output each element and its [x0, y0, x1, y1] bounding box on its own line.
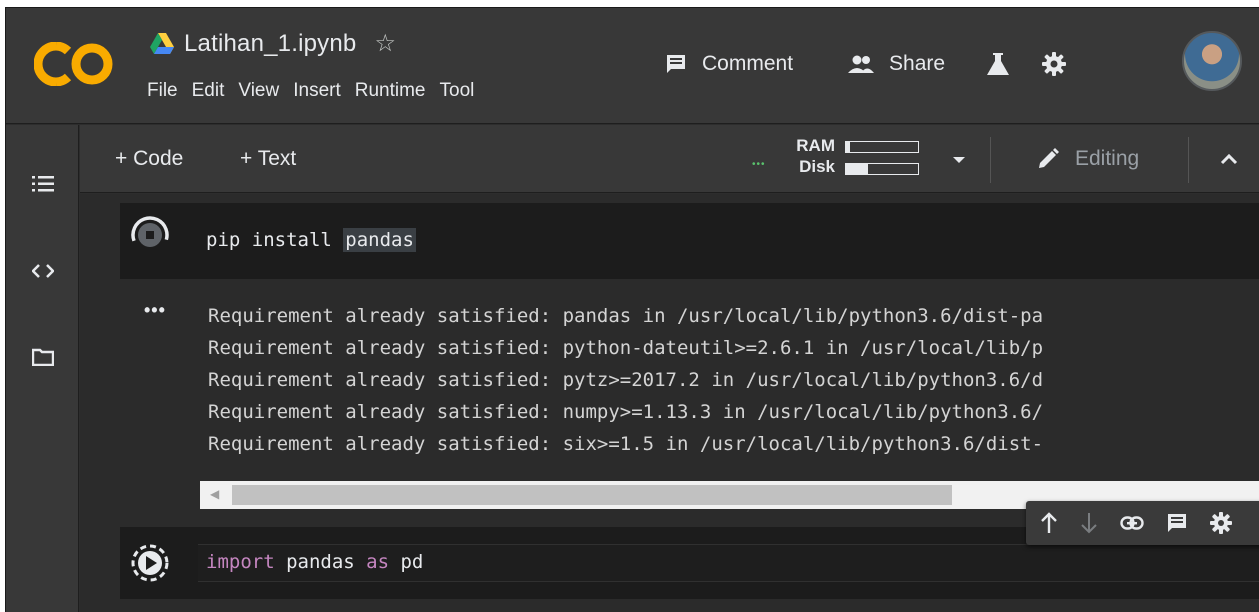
editing-mode-label[interactable]: Editing — [1075, 147, 1139, 171]
comment-icon[interactable] — [1166, 512, 1188, 534]
link-icon[interactable] — [1120, 516, 1144, 530]
move-up-icon[interactable] — [1040, 512, 1058, 534]
people-icon — [848, 55, 875, 73]
share-label: Share — [889, 52, 946, 75]
drive-icon — [150, 33, 174, 54]
scrollbar-thumb[interactable] — [232, 485, 952, 505]
user-avatar[interactable] — [1182, 31, 1242, 91]
run-spinner-icon[interactable] — [130, 215, 170, 255]
move-down-icon[interactable] — [1080, 512, 1098, 534]
disk-usage-bar — [845, 163, 919, 175]
cell-code[interactable]: pip install pandas — [206, 228, 416, 252]
cell-output: Requirement already satisfied: pandas in… — [208, 300, 1043, 460]
menu-bar: File Edit View Insert Runtime Tool — [140, 80, 481, 102]
code-cell[interactable]: pip install pandas — [120, 203, 1259, 279]
output-line: Requirement already satisfied: pandas in… — [208, 305, 1044, 327]
pencil-icon — [1039, 148, 1059, 168]
code-text: pandas — [274, 551, 367, 573]
add-text-button[interactable]: + Text — [240, 147, 296, 171]
colab-window: Latihan_1.ipynb ☆ File Edit View Insert … — [5, 7, 1259, 612]
scroll-left-icon[interactable]: ◀ — [210, 487, 219, 501]
menu-insert[interactable]: Insert — [286, 80, 348, 102]
menu-file[interactable]: File — [140, 80, 185, 102]
run-cell-icon[interactable] — [130, 543, 170, 583]
notebook-title[interactable]: Latihan_1.ipynb — [184, 30, 356, 58]
collapse-icon[interactable] — [1220, 153, 1238, 165]
comment-icon — [667, 55, 685, 73]
flask-icon[interactable] — [985, 51, 1011, 77]
code-text: pip install — [206, 229, 344, 251]
folder-icon[interactable] — [32, 348, 54, 366]
disk-usage-fill — [846, 164, 868, 174]
connection-status-indicator: ••• — [752, 159, 766, 170]
notebook-toolbar: + Code + Text ••• RAM Disk Editing — [80, 125, 1259, 193]
toolbar-divider — [990, 137, 991, 183]
table-of-contents-icon[interactable] — [32, 175, 54, 193]
cell-toolbar — [1026, 501, 1259, 545]
menu-view[interactable]: View — [231, 80, 286, 102]
resource-monitor[interactable]: RAM Disk — [787, 135, 835, 177]
code-snippets-icon[interactable] — [32, 263, 54, 279]
code-text: pd — [389, 551, 424, 573]
menu-edit[interactable]: Edit — [185, 80, 232, 102]
keyword: as — [366, 551, 390, 573]
output-line: Requirement already satisfied: six>=1.5 … — [208, 433, 1044, 455]
cell-code[interactable]: import pandas as pd — [206, 551, 423, 573]
output-line: Requirement already satisfied: pytz>=201… — [208, 369, 1044, 391]
star-icon[interactable]: ☆ — [374, 32, 396, 56]
ram-usage-fill — [846, 142, 850, 152]
code-highlight: pandas — [343, 228, 416, 252]
chevron-down-icon[interactable] — [952, 156, 966, 164]
menu-tools[interactable]: Tool — [433, 80, 482, 102]
gear-icon[interactable] — [1041, 51, 1067, 77]
notebook-content: pip install pandas ••• Requirement alrea… — [80, 194, 1259, 612]
cell-code-input[interactable]: import pandas as pd — [198, 544, 1259, 582]
colab-logo[interactable] — [34, 42, 116, 86]
app-header: Latihan_1.ipynb ☆ File Edit View Insert … — [6, 8, 1259, 124]
output-line: Requirement already satisfied: numpy>=1.… — [208, 401, 1044, 423]
output-menu-icon[interactable]: ••• — [144, 300, 166, 321]
ram-label: RAM — [796, 136, 835, 155]
comment-label: Comment — [702, 52, 794, 75]
disk-label: Disk — [799, 157, 835, 176]
ram-usage-bar — [845, 141, 919, 153]
output-line: Requirement already satisfied: python-da… — [208, 337, 1044, 359]
keyword: import — [206, 551, 275, 573]
settings-icon[interactable] — [1210, 512, 1232, 534]
menu-runtime[interactable]: Runtime — [348, 80, 433, 102]
comment-button[interactable]: Comment — [664, 52, 793, 76]
share-button[interactable]: Share — [847, 52, 945, 76]
left-rail — [6, 125, 79, 612]
toolbar-divider — [1188, 137, 1189, 183]
add-code-button[interactable]: + Code — [115, 147, 183, 171]
